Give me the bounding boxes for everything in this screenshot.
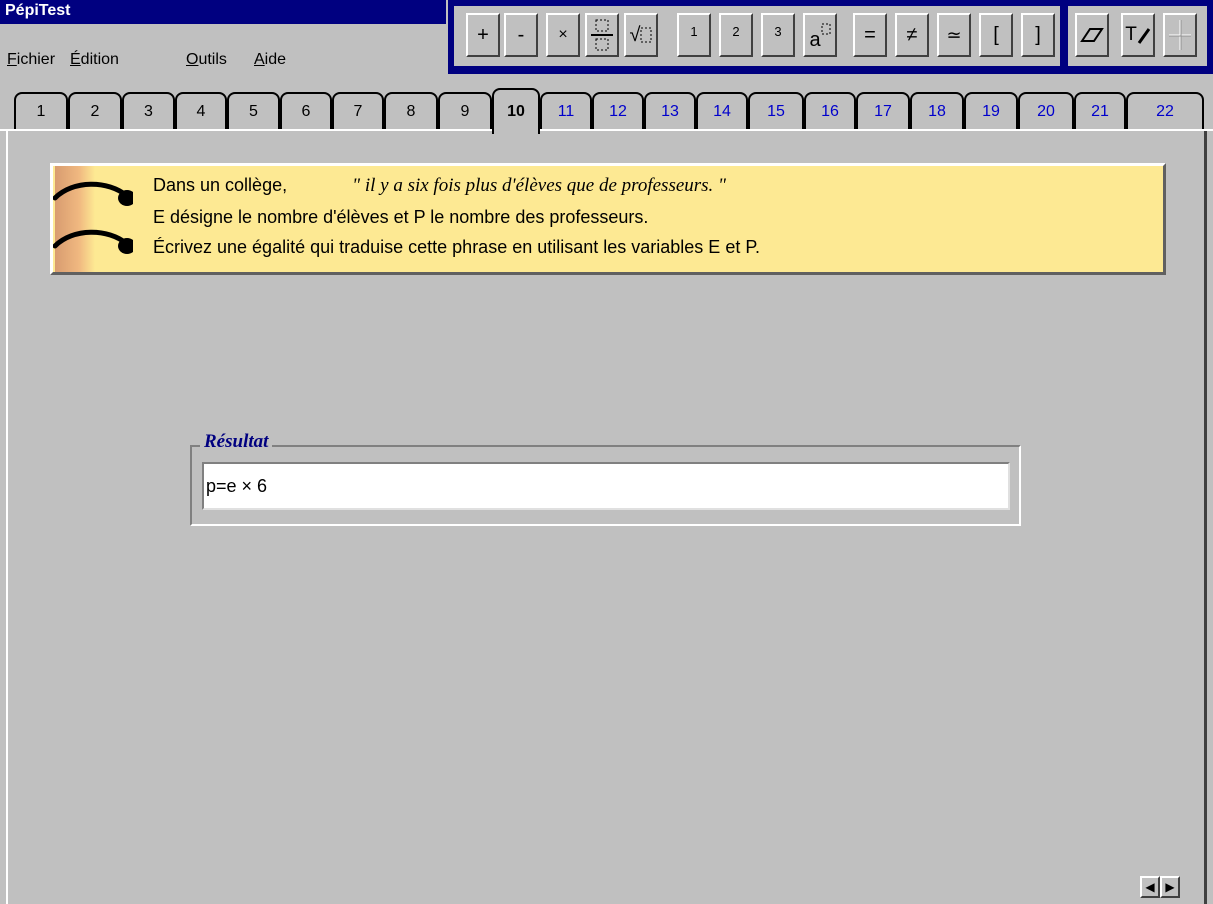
question-panel: Dans un collège, " il y a six fois plus … xyxy=(50,163,1166,275)
superscript-2-button[interactable]: 2 xyxy=(719,13,753,57)
tab-22[interactable]: 22 xyxy=(1126,92,1204,130)
page-shadow-edge xyxy=(1204,131,1207,904)
next-page-button[interactable]: ▶ xyxy=(1160,876,1180,898)
tab-16[interactable]: 16 xyxy=(804,92,856,130)
pen-icon xyxy=(1137,28,1151,44)
answer-input[interactable] xyxy=(202,462,1010,510)
tab-14[interactable]: 14 xyxy=(696,92,748,130)
fraction-icon xyxy=(591,19,613,51)
spiral-ring-icon xyxy=(53,181,133,206)
right-arrow-icon: ▶ xyxy=(1165,880,1175,894)
title-bar: PépiTest xyxy=(0,0,446,24)
question-line-1: Dans un collège, " il y a six fois plus … xyxy=(153,175,727,196)
tab-21[interactable]: 21 xyxy=(1074,92,1126,130)
tab-19[interactable]: 19 xyxy=(964,92,1018,130)
tab-12[interactable]: 12 xyxy=(592,92,644,130)
menu-edition[interactable]: Édition xyxy=(70,51,119,69)
eraser-icon xyxy=(1080,28,1104,42)
tab-18[interactable]: 18 xyxy=(910,92,964,130)
tab-7[interactable]: 7 xyxy=(332,92,384,130)
tab-20[interactable]: 20 xyxy=(1018,92,1074,130)
text-edit-icon: T xyxy=(1125,24,1137,45)
tab-17[interactable]: 17 xyxy=(856,92,910,130)
menu-outils[interactable]: Outils xyxy=(186,51,227,69)
superscript-1-button[interactable]: 1 xyxy=(677,13,711,57)
tab-1[interactable]: 1 xyxy=(14,92,68,130)
eraser-button[interactable] xyxy=(1075,13,1109,57)
plus-button[interactable]: + xyxy=(466,13,500,57)
tab-5[interactable]: 5 xyxy=(227,92,280,130)
not-equal-button[interactable]: ≠ xyxy=(895,13,929,57)
tab-6[interactable]: 6 xyxy=(280,92,332,130)
tab-10[interactable]: 10 xyxy=(492,88,540,134)
question-line-3: Écrivez une égalité qui traduise cette p… xyxy=(153,237,761,257)
tab-11[interactable]: 11 xyxy=(540,92,592,130)
approx-button[interactable]: ≃ xyxy=(937,13,971,57)
tab-baseline xyxy=(0,129,1213,131)
question-quote: " il y a six fois plus d'élèves que de p… xyxy=(352,175,727,196)
close-bracket-button[interactable]: ] xyxy=(1021,13,1055,57)
equals-button[interactable]: = xyxy=(853,13,887,57)
tab-4[interactable]: 4 xyxy=(175,92,227,130)
tab-13[interactable]: 13 xyxy=(644,92,696,130)
minus-button[interactable]: - xyxy=(504,13,538,57)
crosshair-icon xyxy=(1169,20,1191,50)
text-edit-button[interactable]: T xyxy=(1121,13,1155,57)
question-line-2: E désigne le nombre d'élèves et P le nom… xyxy=(153,207,649,227)
result-label: Résultat xyxy=(200,431,273,453)
placeholder-box-icon xyxy=(640,27,652,43)
tab-2[interactable]: 2 xyxy=(68,92,122,130)
crosshair-button[interactable] xyxy=(1163,13,1197,57)
menu-fichier[interactable]: Fichier xyxy=(7,51,55,69)
tab-3[interactable]: 3 xyxy=(122,92,175,130)
exponent-box-icon xyxy=(821,23,831,35)
previous-page-button[interactable]: ◀ xyxy=(1140,876,1160,898)
sqrt-button[interactable]: √ xyxy=(624,13,658,57)
power-button[interactable]: a xyxy=(803,13,837,57)
tab-8[interactable]: 8 xyxy=(384,92,438,130)
tab-15[interactable]: 15 xyxy=(748,92,804,130)
superscript-3-button[interactable]: 3 xyxy=(761,13,795,57)
times-button[interactable]: × xyxy=(546,13,580,57)
fraction-button[interactable] xyxy=(585,13,619,57)
menu-aide[interactable]: Aide xyxy=(254,51,286,69)
left-arrow-icon: ◀ xyxy=(1145,880,1155,894)
spiral-ring-icon xyxy=(53,229,133,254)
tab-9[interactable]: 9 xyxy=(438,92,492,130)
sqrt-icon: √ xyxy=(629,23,641,46)
app-title: PépiTest xyxy=(5,2,71,19)
open-bracket-button[interactable]: [ xyxy=(979,13,1013,57)
